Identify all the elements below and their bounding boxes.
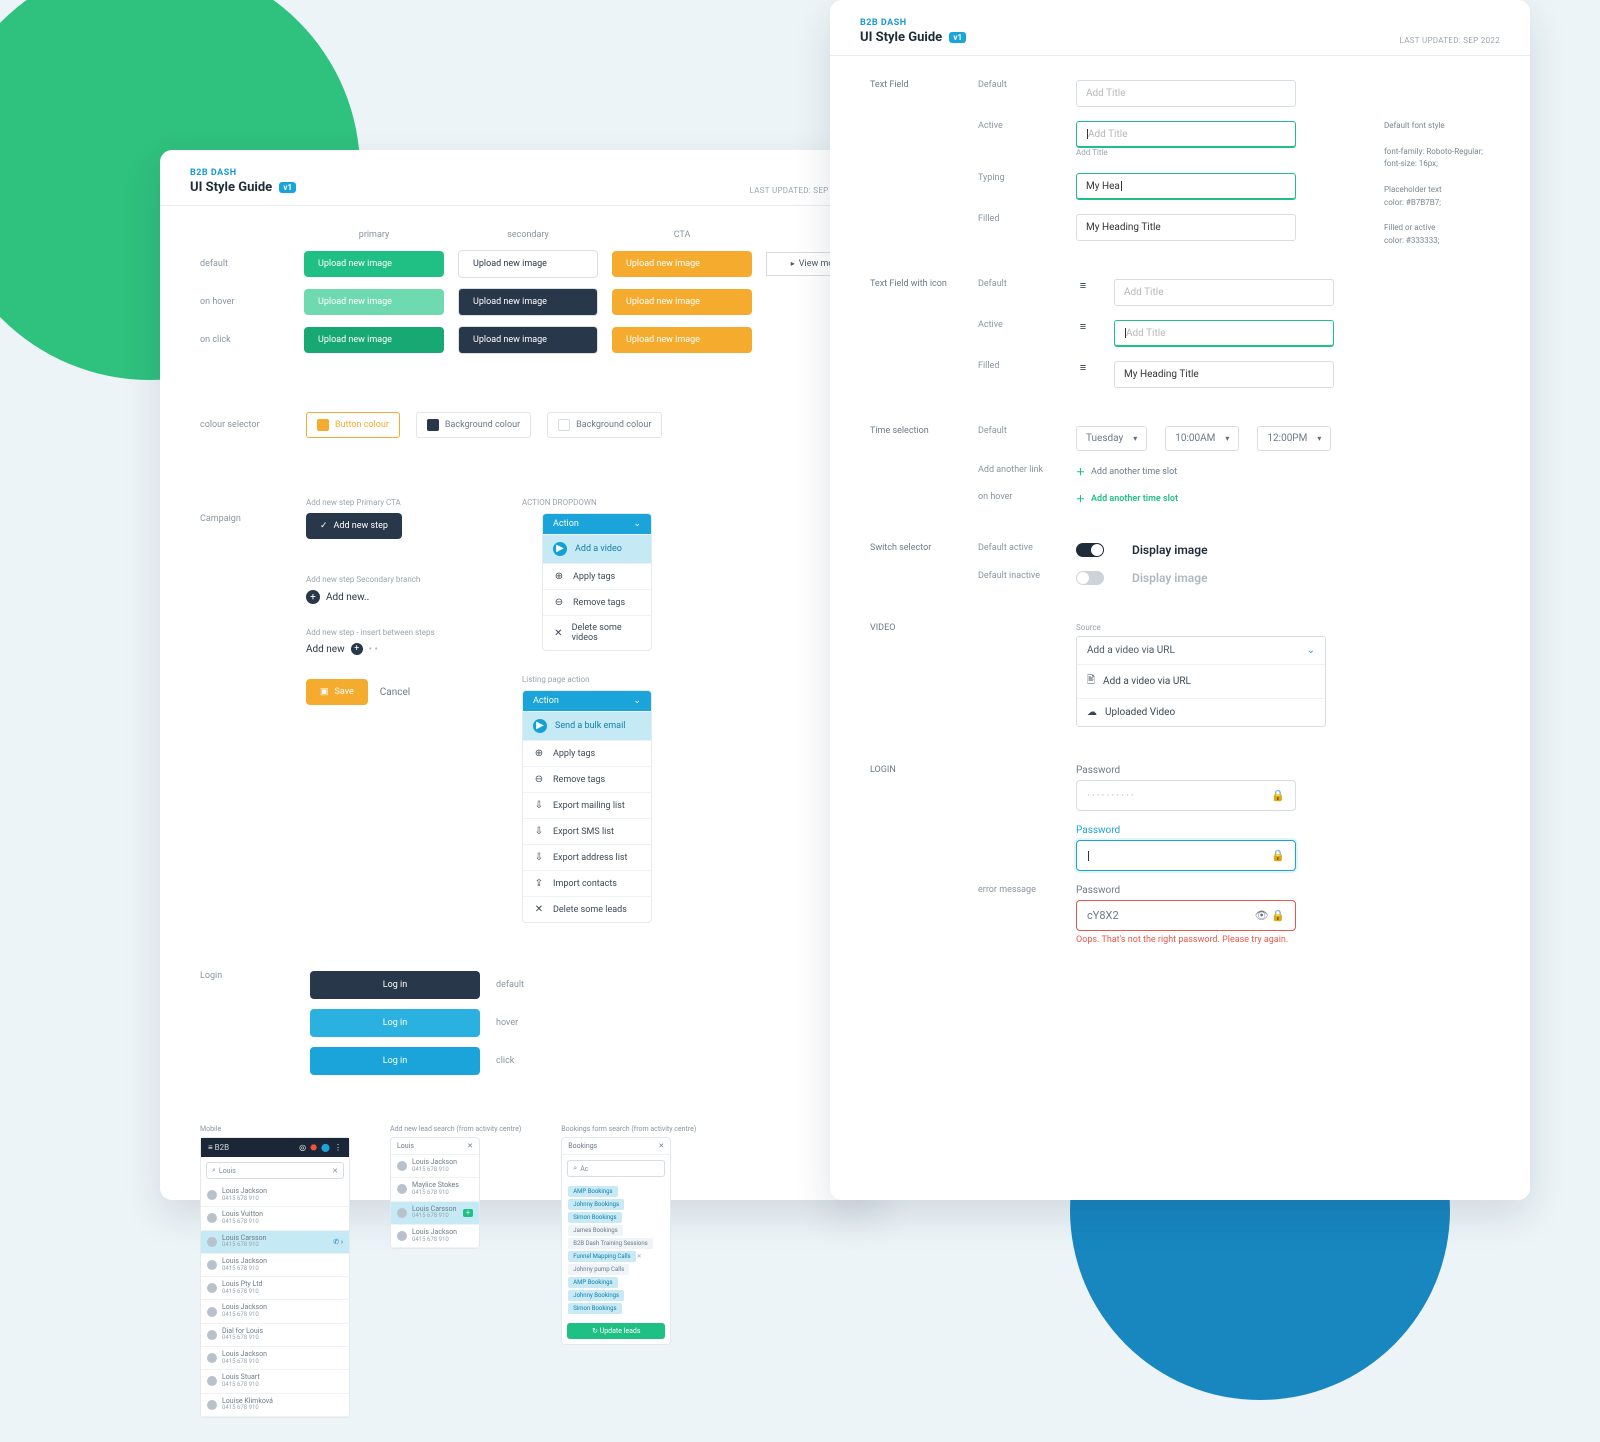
day-select[interactable]: Tuesday (1076, 426, 1147, 451)
brand: B2B DASH (190, 168, 296, 178)
style-guide-panel-right: B2B DASH UI Style Guide v1 LAST UPDATED:… (830, 0, 1530, 1200)
heading-icon: ≡ (1076, 279, 1090, 292)
mobile-preview-1: ≡ B2B◎⬣⬤⋮ ⌕Louis✕ Louis Jackson0415 678 … (200, 1137, 350, 1418)
cancel-link[interactable]: Cancel (380, 687, 410, 698)
password-field-default[interactable]: ··········🔒 (1076, 780, 1296, 811)
mobile-preview-3: Bookings✕ ⌕Ac AMP Bookings Johnny Bookin… (561, 1137, 671, 1345)
login-button-default[interactable]: Log in (310, 971, 480, 999)
page-title: UI Style Guide v1 (190, 180, 296, 195)
add-new-secondary[interactable]: + Add new.. (306, 590, 460, 604)
upload-button-secondary-hover[interactable]: Upload new image (458, 288, 598, 316)
more-icon: ⋮ (334, 1143, 342, 1152)
brand: B2B DASH (860, 18, 966, 28)
type-annotations: Default font style font-family: Roboto-R… (1384, 120, 1504, 248)
tag-remove-icon: ⊖ (553, 597, 565, 608)
version-badge: v1 (279, 182, 296, 193)
action-dropdown-1[interactable]: Action⌄ ▶Add a video ⊕Apply tags ⊖Remove… (542, 513, 652, 651)
login-button-hover[interactable]: Log in (310, 1009, 480, 1037)
upload-button-cta[interactable]: Upload new image (612, 251, 752, 277)
icon-field-filled[interactable]: My Heading Title (1114, 361, 1334, 388)
eye-icon[interactable]: 👁 (1255, 909, 1269, 922)
text-field-typing[interactable]: My Hea (1076, 173, 1296, 200)
lock-icon: 🔒 (1271, 789, 1285, 802)
text-field-default[interactable]: Add Title (1076, 80, 1296, 107)
time-start-select[interactable]: 10:00AM (1165, 426, 1239, 451)
play-icon: ▶ (553, 542, 567, 556)
update-leads-button[interactable]: ↻ Update leads (567, 1323, 665, 1339)
upload-button-primary-click[interactable]: Upload new image (304, 327, 444, 353)
insert-step[interactable]: Add new + • • (306, 643, 460, 655)
heading-icon: ≡ (1076, 361, 1090, 374)
upload-button-secondary-click[interactable]: Upload new image (458, 326, 598, 354)
page-title: UI Style Guide v1 (860, 30, 966, 45)
icon-field-active[interactable]: Add Title (1114, 320, 1334, 347)
password-field-error[interactable]: cY8X2👁 🔒 (1076, 900, 1296, 931)
lock-icon: 🔒 (1271, 849, 1285, 862)
version-badge: v1 (949, 32, 966, 43)
heading-icon: ≡ (1076, 320, 1090, 333)
text-field-filled[interactable]: My Heading Title (1076, 214, 1296, 241)
switch-inactive[interactable] (1076, 571, 1104, 585)
password-field-active[interactable]: 🔒 (1076, 840, 1296, 871)
add-step-button[interactable]: ✓ Add new step (306, 513, 402, 539)
upload-icon: ☁ (1087, 707, 1097, 718)
user-icon: ⬤ (321, 1143, 330, 1152)
chevron-down-icon: ⌄ (633, 696, 641, 706)
upload-button-cta-hover[interactable]: Upload new image (612, 289, 752, 315)
add-time-link-hover[interactable]: ＋Add another time slot (1076, 492, 1178, 505)
close-icon: ✕ (553, 628, 564, 639)
last-updated: LAST UPDATED: SEP 2022 (1400, 36, 1500, 45)
colour-chip-bg1[interactable]: Background colour (416, 412, 531, 438)
icon-field-default[interactable]: Add Title (1114, 279, 1334, 306)
login-button-click[interactable]: Log in (310, 1047, 480, 1075)
link-icon: 🖹 (1087, 673, 1095, 690)
upload-button-cta-click[interactable]: Upload new image (612, 327, 752, 353)
text-field-active[interactable]: Add Title (1076, 121, 1296, 148)
switch-active[interactable] (1076, 543, 1104, 557)
upload-button-primary[interactable]: Upload new image (304, 251, 444, 277)
save-button[interactable]: ▣ Save (306, 679, 368, 705)
colour-chip-button[interactable]: Button colour (306, 412, 400, 438)
mail-icon: ▶ (533, 719, 547, 733)
action-dropdown-2[interactable]: Action⌄ ▶Send a bulk email ⊕Apply tags ⊖… (522, 690, 652, 923)
chevron-down-icon: ⌄ (633, 519, 641, 529)
tag-icon: ⊕ (553, 571, 565, 582)
lock-icon: 🔒 (1271, 909, 1285, 922)
target-icon: ◎ (299, 1143, 306, 1152)
video-source-dropdown[interactable]: Add a video via URL 🖹Add a video via URL… (1076, 636, 1326, 727)
upload-button-secondary[interactable]: Upload new image (458, 250, 598, 278)
error-message: Oops. That's not the right password. Ple… (1076, 935, 1296, 945)
mobile-preview-2: Louis✕ Louis Jackson0415 678 910 Maylice… (390, 1137, 480, 1249)
colour-chip-bg2[interactable]: Background colour (547, 412, 662, 438)
add-time-link[interactable]: ＋Add another time slot (1076, 465, 1177, 478)
style-guide-panel-left: B2B DASH UI Style Guide v1 LAST UPDATED:… (160, 150, 880, 1200)
search-icon: ⌕ (212, 1166, 216, 1175)
time-end-select[interactable]: 12:00PM (1257, 426, 1331, 451)
upload-button-primary-hover[interactable]: Upload new image (304, 289, 444, 315)
bell-icon: ⬣ (310, 1143, 317, 1152)
